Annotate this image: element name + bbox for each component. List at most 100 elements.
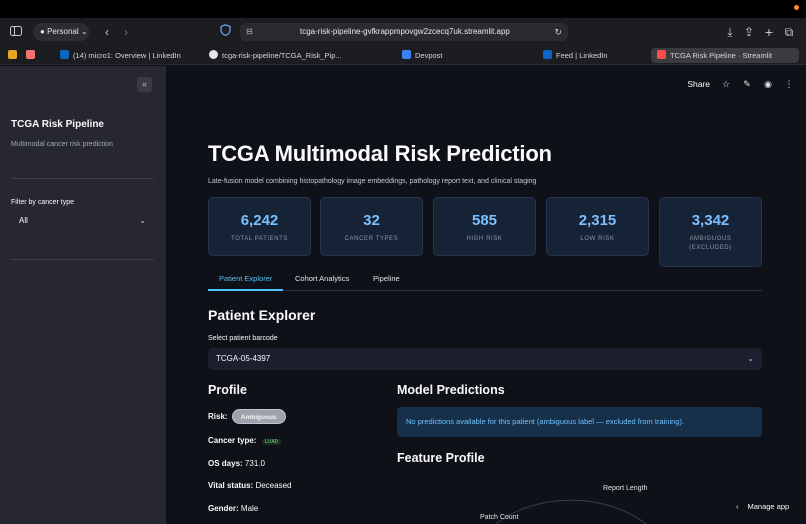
metric-value: 6,242 xyxy=(240,212,279,229)
new-tab-icon[interactable]: + xyxy=(761,24,777,40)
vital-status-value: Deceased xyxy=(255,481,292,490)
gender-row: Gender: Male xyxy=(208,504,258,513)
metric-label: High Risk xyxy=(466,236,503,242)
profile-switcher[interactable]: ● Personal ⌄ xyxy=(33,23,89,41)
metric-low-risk: 2,315 Low Risk xyxy=(546,197,649,256)
profile-name: Personal xyxy=(47,27,79,36)
collapse-sidebar-icon[interactable]: « xyxy=(137,77,152,92)
model-predictions-title: Model Predictions xyxy=(397,383,505,397)
back-icon[interactable]: ‹ xyxy=(99,24,115,40)
tab-label: tcga-risk-pipeline/TCGA_Risk_Pip... xyxy=(222,51,342,60)
tab-strip: (14) micro1: Overview | LinkedIn tcga-ri… xyxy=(0,46,806,65)
sidebar: « TCGA Risk Pipeline Multimodal cancer r… xyxy=(0,66,166,524)
tab-overview-icon[interactable]: ⧉ xyxy=(781,24,797,40)
macos-menu-bar xyxy=(0,0,806,18)
shield-icon[interactable] xyxy=(217,24,233,40)
tab-label: Devpost xyxy=(415,51,443,60)
tab-cohort-analytics[interactable]: Cohort Analytics xyxy=(295,274,349,289)
manage-app-button[interactable]: ‹ Manage app xyxy=(736,502,789,511)
radar-axis-label-patch-count: Patch Count xyxy=(480,514,519,521)
metric-value: 585 xyxy=(471,212,498,229)
site-settings-icon[interactable]: ⊟ xyxy=(246,23,253,41)
devpost-icon xyxy=(402,50,411,59)
cancer-type-row: Cancer type: LUAD xyxy=(208,436,281,445)
metric-value: 2,315 xyxy=(578,212,617,229)
extension-glasses-icon[interactable] xyxy=(8,48,20,63)
metric-value: 3,342 xyxy=(691,212,730,229)
extension-tile-icon[interactable] xyxy=(26,48,38,63)
barcode-select-label: Select patient barcode xyxy=(208,335,278,342)
app-header-actions: Share ☆ ✎ ◉ ⋮ xyxy=(687,77,794,91)
filter-label: Filter by cancer type xyxy=(11,199,75,206)
linkedin-icon xyxy=(60,50,69,59)
cancer-type-value: All xyxy=(19,216,28,225)
share-button[interactable]: Share xyxy=(687,79,710,89)
browser-chrome: ● Personal ⌄ ‹ › ⊟ tcga-risk-pipeline-gv… xyxy=(0,18,806,65)
tab-patient-explorer[interactable]: Patient Explorer xyxy=(208,274,284,291)
cancer-type-code: LUAD xyxy=(261,439,281,445)
github-icon xyxy=(209,50,218,59)
metric-label: Ambiguous (Excluded) xyxy=(689,236,732,251)
tab-streamlit[interactable]: TCGA Risk Pipeline · Streamlit xyxy=(651,48,799,63)
barcode-value: TCGA-05-4397 xyxy=(216,354,271,363)
risk-row: Risk: Ambiguous xyxy=(208,409,286,424)
chevron-down-icon: ⌄ xyxy=(139,216,146,225)
metric-high-risk: 585 High Risk xyxy=(433,197,536,256)
browser-toolbar: ● Personal ⌄ ‹ › ⊟ tcga-risk-pipeline-gv… xyxy=(0,18,806,46)
tab-linkedin-feed[interactable]: Feed | LinkedIn xyxy=(543,48,633,63)
vital-status-row: Vital status: Deceased xyxy=(208,481,291,490)
os-days-row: OS days: 731.0 xyxy=(208,459,265,468)
forward-icon[interactable]: › xyxy=(118,24,134,40)
metric-label: Low Risk xyxy=(580,236,615,242)
share-icon[interactable]: ⇪ xyxy=(741,24,757,40)
os-days-key: OS days: xyxy=(208,459,243,468)
manage-app-label: Manage app xyxy=(747,502,790,511)
tab-pipeline[interactable]: Pipeline xyxy=(373,274,400,289)
gender-key: Gender: xyxy=(208,504,239,513)
chevron-left-icon: ‹ xyxy=(736,502,739,511)
metric-label: Cancer Types xyxy=(344,236,399,242)
address-bar[interactable]: ⊟ tcga-risk-pipeline-gvfkrappmpovgw2zcec… xyxy=(240,23,568,41)
metric-value: 32 xyxy=(363,212,380,229)
content-tabs: Patient Explorer Cohort Analytics Pipeli… xyxy=(208,271,762,291)
metric-ambiguous: 3,342 Ambiguous (Excluded) xyxy=(659,197,762,267)
metric-label: Total Patients xyxy=(230,236,289,242)
more-options-icon[interactable]: ⋮ xyxy=(784,79,794,89)
tab-devpost[interactable]: Devpost xyxy=(402,48,492,63)
tab-label: TCGA Risk Pipeline · Streamlit xyxy=(670,51,773,60)
no-predictions-alert: No predictions available for this patien… xyxy=(397,407,762,437)
star-icon[interactable]: ☆ xyxy=(721,79,731,89)
sidebar-subtitle: Multimodal cancer risk prediction xyxy=(11,141,113,148)
page-title: TCGA Multimodal Risk Prediction xyxy=(208,141,552,166)
sidebar-toggle-icon[interactable] xyxy=(8,24,24,40)
edit-icon[interactable]: ✎ xyxy=(742,79,752,89)
profile-title: Profile xyxy=(208,383,247,397)
chevron-down-icon: ⌄ xyxy=(80,27,88,36)
sidebar-divider xyxy=(11,259,154,260)
main-content: Share ☆ ✎ ◉ ⋮ TCGA Multimodal Risk Predi… xyxy=(166,66,806,524)
tab-github[interactable]: tcga-risk-pipeline/TCGA_Risk_Pip... xyxy=(209,48,349,63)
tab-label: (14) micro1: Overview | LinkedIn xyxy=(73,51,181,60)
patient-explorer-title: Patient Explorer xyxy=(208,307,316,323)
patient-barcode-select[interactable]: TCGA-05-4397 ⌄ xyxy=(208,348,762,370)
vital-status-key: Vital status: xyxy=(208,481,254,490)
page-subtitle: Late-fusion model combining histopatholo… xyxy=(208,178,537,185)
linkedin-icon xyxy=(543,50,552,59)
github-icon[interactable]: ◉ xyxy=(763,79,773,89)
tab-linkedin-overview[interactable]: (14) micro1: Overview | LinkedIn xyxy=(60,48,200,63)
cancer-type-key: Cancer type: xyxy=(208,436,257,445)
radar-axis-label-report-length: Report Length xyxy=(603,485,648,492)
feature-profile-title: Feature Profile xyxy=(397,451,485,465)
risk-badge: Ambiguous xyxy=(231,409,286,424)
sidebar-divider xyxy=(11,178,154,179)
recording-indicator-icon xyxy=(794,5,799,10)
risk-key: Risk: xyxy=(208,412,228,421)
download-icon[interactable]: ⤓ xyxy=(722,24,738,40)
tab-label: Feed | LinkedIn xyxy=(556,51,608,60)
metrics-row: 6,242 Total Patients 32 Cancer Types 585… xyxy=(208,197,762,267)
person-icon: ● xyxy=(40,27,45,36)
reload-icon[interactable]: ↻ xyxy=(554,23,562,41)
cancer-type-select[interactable]: All ⌄ xyxy=(11,211,154,231)
metric-total-patients: 6,242 Total Patients xyxy=(208,197,311,256)
chevron-down-icon: ⌄ xyxy=(747,354,754,363)
